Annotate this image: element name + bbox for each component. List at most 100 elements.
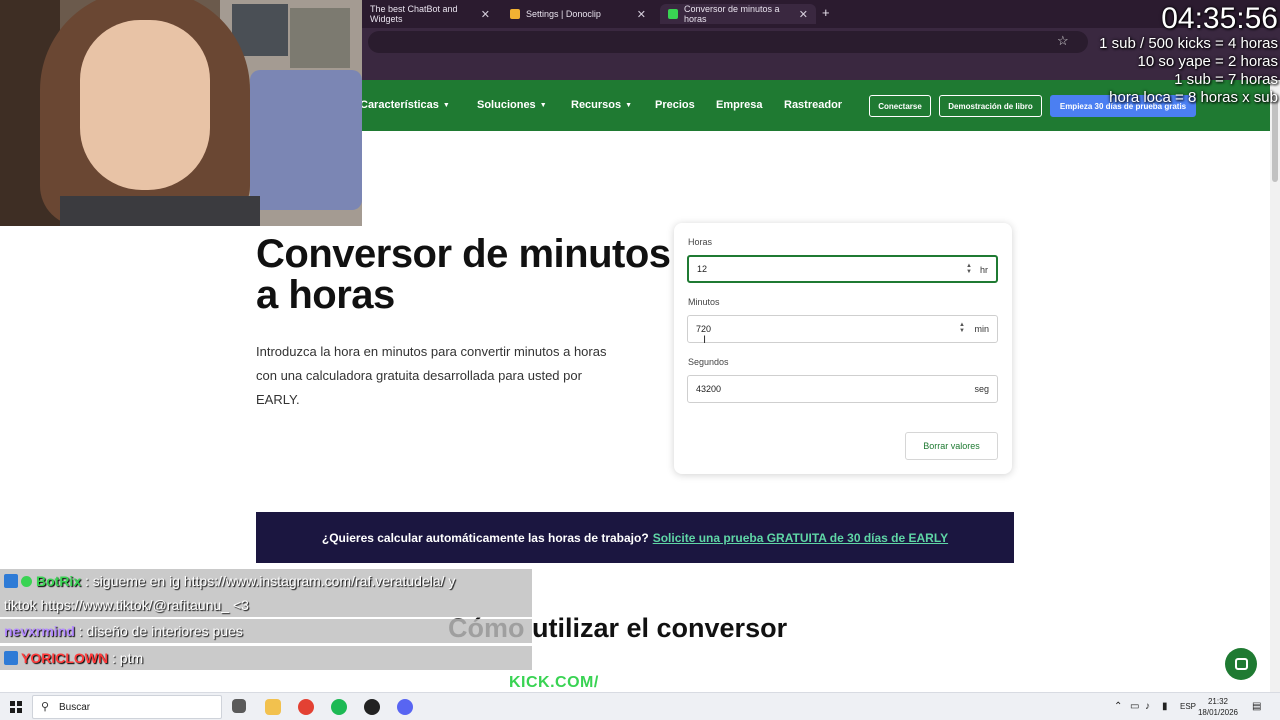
tab-title: The best ChatBot and Widgets — [370, 4, 458, 24]
hours-stepper[interactable]: ▲ ▼ — [966, 263, 972, 275]
webcam-person-face — [80, 20, 210, 190]
clear-values-button[interactable]: Borrar valores — [905, 432, 998, 460]
connect-button[interactable]: Conectarse — [869, 95, 931, 117]
cta-question: ¿Quieres calcular automáticamente las ho… — [321, 530, 649, 545]
new-tab-icon[interactable]: + — [822, 5, 830, 20]
minutes-unit: min — [974, 324, 989, 334]
cta-banner: ¿Quieres calcular automáticamente las ho… — [256, 512, 1014, 563]
tab-donoclip[interactable]: Settings | Donoclip ✕ — [502, 4, 654, 24]
close-tab-icon[interactable]: ✕ — [481, 8, 490, 21]
chat-username: BotRix — [36, 573, 82, 589]
nav-recursos[interactable]: Recursos ▼ — [571, 99, 632, 111]
chrome-icon[interactable] — [298, 699, 314, 715]
minutes-field[interactable]: ▲ ▼ min — [687, 315, 998, 343]
windows-taskbar: ⚲ Buscar ⌃ ▭ ♪ ▮ ESP 21:32 18/01/2026 ▤ — [0, 692, 1280, 720]
subathon-goal: hora loca = 8 horas x sub — [1109, 89, 1278, 106]
seconds-unit: seg — [974, 384, 989, 394]
chat-message: YORICLOWN : ptm — [0, 646, 532, 670]
seconds-label: Segundos — [688, 357, 729, 367]
seconds-field[interactable]: seg — [687, 375, 998, 403]
url-input[interactable] — [368, 31, 1088, 53]
chat-icon — [1234, 658, 1248, 670]
book-demo-button[interactable]: Demostración de libro — [939, 95, 1042, 117]
page-title: Conversor de minutos a horas — [256, 232, 671, 317]
scrollbar-thumb[interactable] — [1272, 98, 1278, 182]
nav-soluciones[interactable]: Soluciones ▼ — [477, 99, 547, 111]
search-icon: ⚲ — [41, 701, 50, 713]
chat-username: YORICLOWN — [21, 650, 109, 666]
subathon-goal: 1 sub = 7 horas — [1174, 71, 1278, 88]
webcam-poster — [290, 8, 350, 68]
volume-icon[interactable]: ♪ — [1145, 701, 1150, 712]
chat-text: : ptm — [112, 650, 144, 666]
spotify-icon[interactable] — [331, 699, 347, 715]
chevron-down-icon: ▼ — [625, 101, 633, 109]
stepper-down-icon[interactable]: ▼ — [966, 269, 972, 275]
nav-label: Recursos — [571, 99, 622, 111]
nav-label: Características — [360, 99, 439, 111]
taskbar-search[interactable]: ⚲ Buscar — [32, 695, 222, 719]
nav-label: Soluciones — [477, 99, 536, 111]
seconds-input[interactable] — [696, 376, 936, 402]
kick-overlay-text: KICK.COM/ — [509, 674, 599, 691]
tab-chatbot[interactable]: The best ChatBot and Widgets ✕ — [362, 4, 498, 24]
nav-precios[interactable]: Precios — [655, 99, 695, 111]
nav-rastreador[interactable]: Rastreador — [784, 99, 842, 111]
webcam-feed — [0, 0, 362, 226]
bookmark-star-icon[interactable]: ☆ — [1057, 33, 1069, 49]
cta-trial-link[interactable]: Solicite una prueba GRATUITA de 30 días … — [653, 531, 948, 545]
close-tab-icon[interactable]: ✕ — [799, 8, 808, 21]
minutes-stepper[interactable]: ▲ ▼ — [959, 322, 965, 334]
windows-start-icon[interactable] — [10, 701, 22, 713]
chat-text: : sigueme en ig https://www.instagram.co… — [85, 573, 456, 589]
hours-label: Horas — [688, 237, 713, 247]
language-indicator[interactable]: ESP — [1180, 702, 1196, 711]
tray-clock[interactable]: 21:32 18/01/2026 — [1196, 696, 1240, 718]
discord-icon[interactable] — [397, 699, 413, 715]
nav-empresa[interactable]: Empresa — [716, 99, 762, 111]
chat-message: nevxrmind : diseño de interiores pues — [0, 619, 532, 643]
chevron-down-icon: ▼ — [442, 101, 450, 109]
task-view-icon[interactable] — [232, 699, 246, 713]
moderator-badge-icon — [4, 651, 18, 665]
hours-field[interactable]: ▲ ▼ hr — [687, 255, 998, 283]
network-icon[interactable]: ▭ — [1130, 701, 1139, 712]
close-tab-icon[interactable]: ✕ — [637, 8, 646, 21]
page-scrollbar[interactable] — [1270, 80, 1280, 692]
nav-caracteristicas[interactable]: Características ▼ — [360, 99, 450, 111]
support-chat-button[interactable] — [1225, 648, 1257, 680]
converter-card: Horas ▲ ▼ hr Minutos ▲ ▼ min Segundos se… — [674, 223, 1012, 474]
chat-message-continuation: tiktok https://www.tiktok/@rafitaunu_ <3 — [0, 593, 532, 617]
hero-description: Introduzca la hora en minutos para conve… — [256, 344, 607, 407]
tray-chevron-up-icon[interactable]: ⌃ — [1114, 701, 1122, 712]
subathon-goal: 10 so yape = 2 horas — [1137, 53, 1278, 70]
minutes-input[interactable] — [696, 316, 936, 342]
chat-username: nevxrmind — [4, 623, 75, 639]
tab-conversor[interactable]: Conversor de minutos a horas ✕ — [660, 4, 816, 24]
minutes-label: Minutos — [688, 297, 720, 307]
chat-text: : diseño de interiores pues — [78, 623, 243, 639]
text-cursor-icon: Ι — [703, 334, 707, 346]
app-icon[interactable] — [364, 699, 380, 715]
notifications-icon[interactable]: ▤ — [1252, 701, 1261, 712]
microphone-icon[interactable]: ▮ — [1162, 701, 1168, 712]
search-placeholder: Buscar — [59, 702, 91, 713]
chat-message: BotRix : sigueme en ig https://www.insta… — [0, 569, 532, 593]
tab-title: Settings | Donoclip — [526, 9, 601, 19]
donoclip-favicon-icon — [510, 9, 520, 19]
stream-timer: 04:35:56 — [1161, 2, 1278, 35]
stepper-down-icon[interactable]: ▼ — [959, 328, 965, 334]
tray-date: 18/01/2026 — [1197, 708, 1239, 717]
file-explorer-icon[interactable] — [265, 699, 281, 715]
tray-time: 21:32 — [1207, 697, 1229, 706]
moderator-badge-icon — [4, 574, 18, 588]
subathon-goal: 1 sub / 500 kicks = 4 horas — [1099, 35, 1278, 52]
verified-badge-icon — [21, 576, 32, 587]
chat-text: tiktok https://www.tiktok/@rafitaunu_ <3 — [4, 597, 249, 613]
hours-unit: hr — [979, 265, 988, 275]
webcam-pillow — [250, 70, 362, 210]
webcam-person-shirt — [60, 196, 260, 226]
hours-input[interactable] — [697, 257, 937, 281]
chevron-down-icon: ▼ — [539, 101, 547, 109]
tab-title: Conversor de minutos a horas — [684, 4, 780, 24]
